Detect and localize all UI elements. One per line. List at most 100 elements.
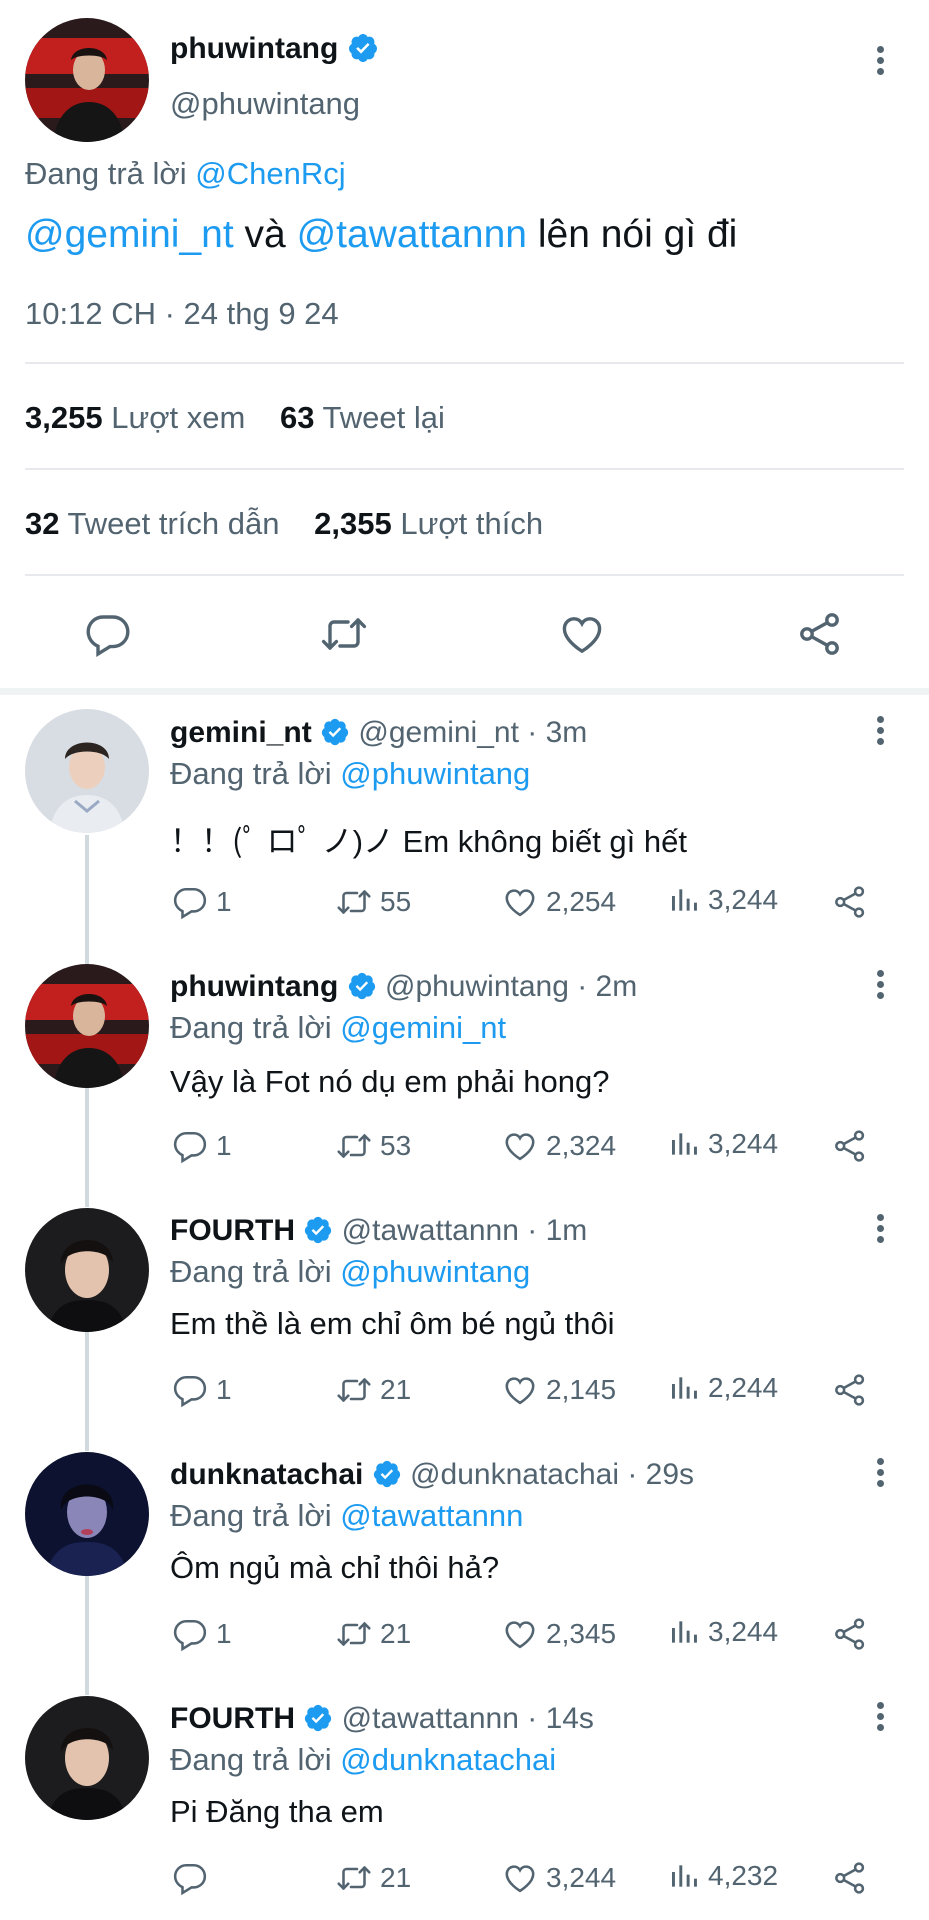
thread-line xyxy=(85,1087,89,1207)
thread-line xyxy=(85,835,89,965)
replying-to: Đang trả lời @gemini_nt xyxy=(170,1010,507,1045)
avatar[interactable] xyxy=(25,964,149,1088)
retweet-button[interactable]: 21 xyxy=(336,1372,411,1408)
mention-link[interactable]: @gemini_nt xyxy=(25,213,234,256)
replying-to-link[interactable]: @phuwintang xyxy=(340,1254,530,1289)
retweet-button[interactable]: 21 xyxy=(336,1860,411,1896)
retweet-icon[interactable] xyxy=(320,610,368,658)
reply-text: Pi Đăng tha em xyxy=(170,1794,384,1829)
tweet-timestamp[interactable]: 10:12 CH · 24 thg 9 24 xyxy=(25,296,339,332)
replying-to-link[interactable]: @gemini_nt xyxy=(340,1010,506,1045)
more-icon[interactable] xyxy=(875,1458,885,1491)
divider xyxy=(25,468,904,470)
share-button[interactable] xyxy=(832,884,876,920)
reply-text: Vậy là Fot nó dụ em phải hong? xyxy=(170,1064,610,1099)
reply-button[interactable]: 1 xyxy=(172,1616,232,1652)
retweet-icon xyxy=(336,1128,372,1164)
reply-author[interactable]: FOURTH @tawattannn · 1m xyxy=(170,1214,587,1248)
replying-to: Đang trả lời @ChenRcj xyxy=(25,156,346,191)
replying-to: Đang trả lời @dunknatachai xyxy=(170,1742,557,1777)
views-icon xyxy=(668,884,700,916)
avatar[interactable] xyxy=(25,1208,149,1332)
reply-author[interactable]: gemini_nt @gemini_nt · 3m xyxy=(170,716,587,750)
like-button[interactable]: 2,145 xyxy=(502,1372,616,1408)
thread-line xyxy=(85,1331,89,1451)
retweet-button[interactable]: 53 xyxy=(336,1128,411,1164)
verified-badge-icon xyxy=(320,717,350,747)
reply-text: ！！(ﾟ ロﾟ ノ)ノ Em không biết gì hết xyxy=(170,824,687,859)
replying-to-link[interactable]: @ChenRcj xyxy=(195,156,345,191)
share-icon[interactable] xyxy=(796,610,844,658)
more-icon[interactable] xyxy=(875,1214,885,1247)
share-icon xyxy=(832,884,868,920)
replying-to-link[interactable]: @phuwintang xyxy=(340,756,530,791)
reply-icon[interactable] xyxy=(84,610,132,658)
verified-badge-icon xyxy=(347,971,377,1001)
more-icon[interactable] xyxy=(875,970,885,1003)
verified-badge-icon xyxy=(303,1703,333,1733)
retweet-button[interactable]: 55 xyxy=(336,884,411,920)
like-icon[interactable] xyxy=(558,610,606,658)
replying-to: Đang trả lời @phuwintang xyxy=(170,1254,531,1289)
verified-badge-icon xyxy=(347,32,379,64)
share-icon xyxy=(832,1372,868,1408)
reply-author[interactable]: dunknatachai @dunknatachai · 29s xyxy=(170,1458,694,1492)
like-button[interactable]: 3,244 xyxy=(502,1860,616,1896)
views-button[interactable]: 4,232 xyxy=(668,1860,778,1892)
retweet-button[interactable]: 21 xyxy=(336,1616,411,1652)
like-icon xyxy=(502,1616,538,1652)
reply-author[interactable]: FOURTH @tawattannn · 14s xyxy=(170,1702,594,1736)
retweet-icon xyxy=(336,884,372,920)
share-button[interactable] xyxy=(832,1372,876,1408)
reply-icon xyxy=(172,884,208,920)
reply-button[interactable]: 1 xyxy=(172,1128,232,1164)
more-icon[interactable] xyxy=(875,1702,885,1735)
retweets-stat[interactable]: 63 Tweet lại xyxy=(280,400,445,435)
share-button[interactable] xyxy=(832,1128,876,1164)
avatar[interactable] xyxy=(25,1452,149,1576)
retweet-icon xyxy=(336,1616,372,1652)
views-stat[interactable]: 3,255 Lượt xem xyxy=(25,400,245,435)
views-button[interactable]: 3,244 xyxy=(668,884,778,916)
author-handle[interactable]: @phuwintang xyxy=(170,86,360,122)
replying-to-link[interactable]: @dunknatachai xyxy=(340,1742,556,1777)
avatar[interactable] xyxy=(25,709,149,833)
author-name[interactable]: phuwintang xyxy=(170,32,379,66)
share-button[interactable] xyxy=(832,1860,876,1896)
views-icon xyxy=(668,1860,700,1892)
reply-icon xyxy=(172,1372,208,1408)
likes-stat[interactable]: 2,355 Lượt thích xyxy=(314,506,543,541)
retweet-icon xyxy=(336,1372,372,1408)
reply-button[interactable] xyxy=(172,1860,216,1896)
more-icon[interactable] xyxy=(875,46,885,79)
share-button[interactable] xyxy=(832,1616,876,1652)
like-icon xyxy=(502,1860,538,1896)
avatar[interactable] xyxy=(25,18,149,142)
verified-badge-icon xyxy=(303,1215,333,1245)
like-button[interactable]: 2,345 xyxy=(502,1616,616,1652)
reply-button[interactable]: 1 xyxy=(172,1372,232,1408)
share-icon xyxy=(832,1860,868,1896)
like-button[interactable]: 2,254 xyxy=(502,884,616,920)
stats-row: 32 Tweet trích dẫn 2,355 Lượt thích xyxy=(25,506,543,542)
replying-to: Đang trả lời @phuwintang xyxy=(170,756,531,791)
views-button[interactable]: 3,244 xyxy=(668,1616,778,1648)
views-button[interactable]: 3,244 xyxy=(668,1128,778,1160)
like-icon xyxy=(502,1372,538,1408)
views-button[interactable]: 2,244 xyxy=(668,1372,778,1404)
quotes-stat[interactable]: 32 Tweet trích dẫn xyxy=(25,506,280,541)
divider xyxy=(25,362,904,364)
share-icon xyxy=(832,1128,868,1164)
views-icon xyxy=(668,1128,700,1160)
reply-icon xyxy=(172,1616,208,1652)
replying-to-link[interactable]: @tawattannn xyxy=(340,1498,523,1533)
reply-button[interactable]: 1 xyxy=(172,884,232,920)
reply-icon xyxy=(172,1860,208,1896)
like-button[interactable]: 2,324 xyxy=(502,1128,616,1164)
reply-author[interactable]: phuwintang @phuwintang · 2m xyxy=(170,970,637,1004)
reply-text: Ôm ngủ mà chỉ thôi hả? xyxy=(170,1550,500,1585)
avatar[interactable] xyxy=(25,1696,149,1820)
mention-link[interactable]: @tawattannn xyxy=(297,213,527,256)
reply-text: Em thề là em chỉ ôm bé ngủ thôi xyxy=(170,1306,615,1341)
more-icon[interactable] xyxy=(875,716,885,749)
